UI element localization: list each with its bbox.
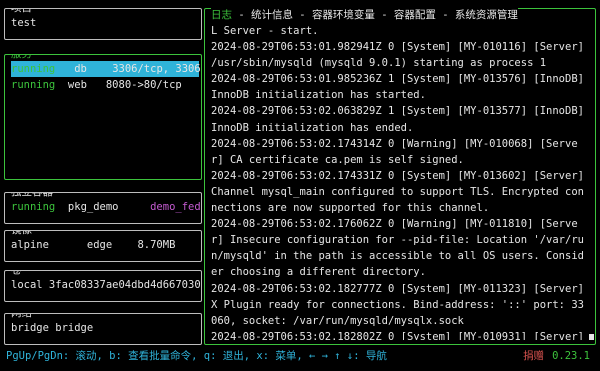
services-panel[interactable]: 服务 running db 3306/tcp, 33060/tc running… — [4, 54, 202, 180]
tab-logs[interactable]: 日志 — [211, 9, 232, 21]
tab-resources[interactable]: 系统资源管理 — [455, 9, 518, 21]
status-bar: PgUp/PgDn: 滚动, b: 查看批量命令, q: 退出, x: 菜单, … — [0, 348, 600, 364]
log-output[interactable]: L Server - start. 2024-08-29T06:53:01.98… — [211, 23, 585, 340]
container-row[interactable]: running pkg_demo demo_fedora — [11, 199, 201, 215]
image-repo: alpine — [11, 239, 49, 251]
tab-env[interactable]: 容器环境变量 — [312, 9, 375, 21]
image-row[interactable]: alpine edge 8.70MB — [11, 237, 197, 253]
main-panel[interactable]: 日志 - 统计信息 - 容器环境变量 - 容器配置 - 系统资源管理 L Ser… — [204, 8, 596, 345]
container-status: running — [11, 201, 56, 213]
volumes-panel[interactable]: 卷 local 3fac08337ae04dbd4d667030ea — [4, 270, 202, 302]
log-scrollbar[interactable] — [589, 23, 594, 340]
service-status: running — [11, 79, 56, 91]
service-name: db — [74, 63, 87, 75]
scrollbar-thumb[interactable] — [589, 334, 594, 340]
main-tabs: 日志 - 统计信息 - 容器环境变量 - 容器配置 - 系统资源管理 — [211, 8, 518, 22]
keybinding-help: PgUp/PgDn: 滚动, b: 查看批量命令, q: 退出, x: 菜单, … — [6, 350, 387, 362]
container-name: pkg_demo — [67, 201, 119, 213]
service-ports: 8080->80/tcp — [105, 79, 182, 91]
tab-stats[interactable]: 统计信息 — [251, 9, 293, 21]
service-status: running — [11, 63, 56, 75]
version-label: 0.23.1 — [552, 350, 590, 362]
volume-row[interactable]: local 3fac08337ae04dbd4d667030ea — [11, 277, 201, 293]
tab-config[interactable]: 容器配置 — [394, 9, 436, 21]
donate-link[interactable]: 捐赠 — [523, 350, 544, 362]
project-panel[interactable]: 项目 test — [4, 8, 202, 40]
service-row-db[interactable]: running db 3306/tcp, 33060/tc — [11, 61, 201, 77]
containers-panel[interactable]: 独立容器 running pkg_demo demo_fedora — [4, 192, 202, 224]
image-size: 8.70MB — [137, 239, 176, 251]
container-extra: demo_fedora — [150, 201, 201, 213]
networks-panel[interactable]: 网络 bridge bridge — [4, 313, 202, 345]
network-row[interactable]: bridge bridge — [11, 320, 197, 336]
project-name[interactable]: test — [11, 15, 197, 31]
images-panel[interactable]: 镜像 alpine edge 8.70MB — [4, 230, 202, 262]
service-row-web[interactable]: running web 8080->80/tcp — [11, 77, 199, 93]
image-tag: edge — [86, 239, 113, 251]
service-ports: 3306/tcp, 33060/tc — [112, 63, 201, 75]
service-name: web — [67, 79, 87, 91]
